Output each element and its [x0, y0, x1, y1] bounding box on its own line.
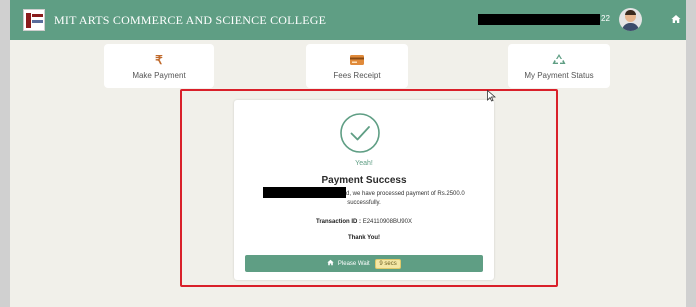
please-wait-text: Please Wait [337, 261, 370, 267]
countdown-badge: 9 secs [375, 259, 401, 269]
modal-title: Payment Success [321, 175, 407, 186]
transaction-label: Transaction ID : [316, 219, 362, 225]
page: MIT ARTS COMMERCE AND SCIENCE COLLEGE 22… [10, 0, 686, 307]
fees-receipt-label: Fees Receipt [333, 71, 381, 80]
thank-you-text: Thank You! [347, 235, 381, 241]
mouse-cursor-icon [487, 90, 496, 102]
payment-message-2: successfully. [347, 200, 381, 206]
make-payment-card[interactable]: ₹ Make Payment [104, 44, 214, 88]
recycle-icon [552, 54, 566, 64]
rupee-icon: ₹ [155, 53, 163, 67]
credit-card-icon [350, 55, 364, 65]
username-suffix: 22 [601, 14, 610, 23]
redacted-username [478, 14, 600, 25]
redacted-student-name [263, 187, 346, 198]
transaction-id: E24110908BU90X [362, 219, 412, 225]
college-logo[interactable] [23, 9, 45, 31]
header-bar: MIT ARTS COMMERCE AND SCIENCE COLLEGE 22 [10, 0, 686, 40]
payment-message: d, we have processed payment of Rs.2500.… [346, 191, 465, 197]
make-payment-label: Make Payment [132, 71, 186, 80]
check-circle-icon [340, 113, 380, 153]
home-icon [327, 259, 334, 266]
payment-status-card[interactable]: My Payment Status [508, 44, 610, 88]
fees-receipt-card[interactable]: Fees Receipt [306, 44, 408, 88]
college-name: MIT ARTS COMMERCE AND SCIENCE COLLEGE [54, 13, 327, 27]
transaction-row: Transaction ID : E24110908BU90X [234, 219, 494, 225]
right-border [686, 0, 696, 307]
avatar[interactable] [619, 8, 642, 31]
home-icon[interactable] [671, 14, 681, 24]
payment-success-modal: Yeah! Payment Success d, we have process… [234, 100, 494, 280]
payment-status-label: My Payment Status [524, 71, 594, 80]
left-border [0, 0, 10, 307]
please-wait-bar: Please Wait 9 secs [245, 255, 483, 272]
yeah-text: Yeah! [355, 160, 373, 167]
